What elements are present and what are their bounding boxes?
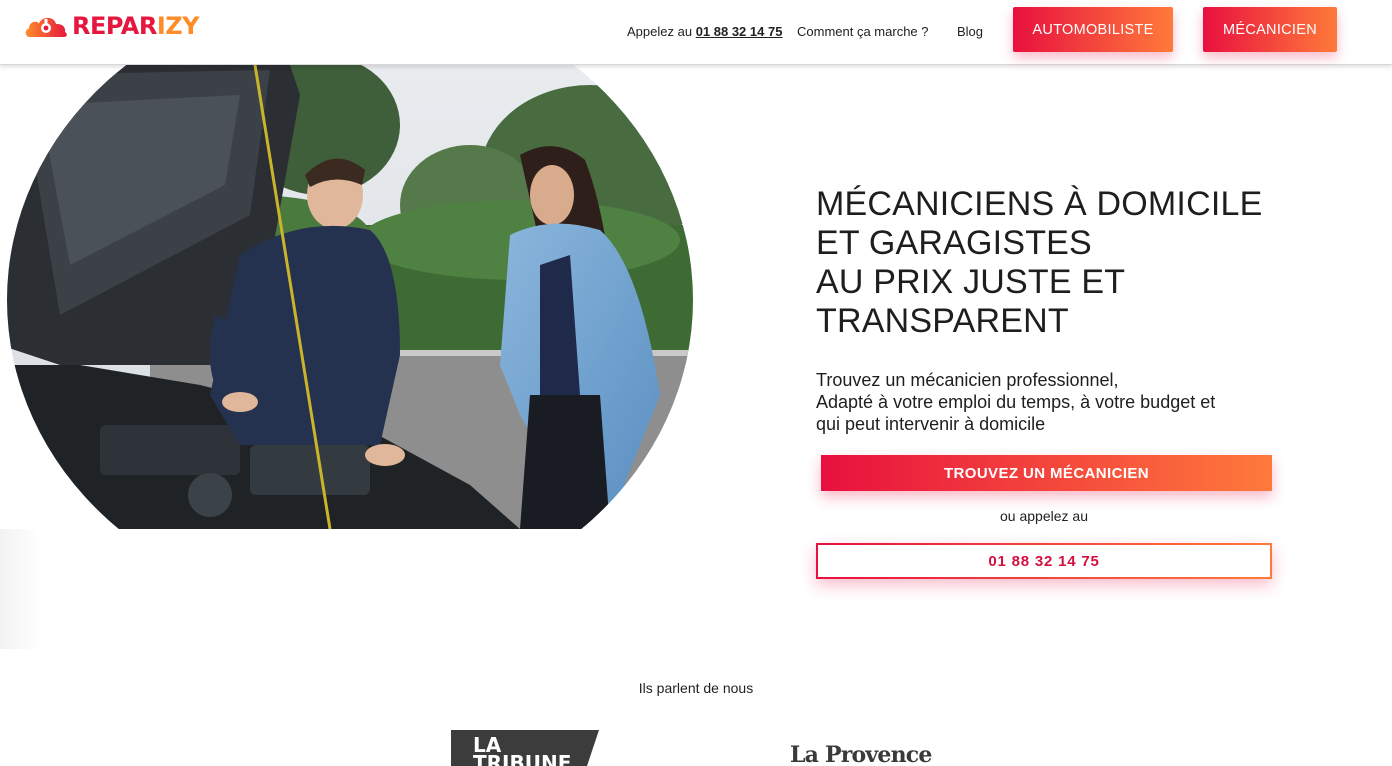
nav-blog-link[interactable]: Blog xyxy=(957,24,983,39)
mechanic-button[interactable]: MÉCANICIEN xyxy=(1203,7,1337,52)
hero-photo xyxy=(0,65,700,529)
la-tribune-line2: TRIBUNE xyxy=(473,751,571,766)
logo-text-secondary: IZY xyxy=(156,12,200,40)
phone-call-button[interactable]: 01 88 32 14 75 xyxy=(816,543,1272,579)
nav-call-prefix: Appelez au xyxy=(627,24,693,39)
nav-call-phone-link[interactable]: 01 88 32 14 75 xyxy=(696,24,783,39)
logo-wordmark: REPARIZY xyxy=(72,12,200,40)
hero-subtitle-line: Adapté à votre emploi du temps, à votre … xyxy=(816,392,1216,412)
la-provence-logo: La Provence xyxy=(790,744,932,766)
or-call-label: ou appelez au xyxy=(1000,508,1088,524)
la-tribune-logo: LA TRIBUNE xyxy=(451,730,599,766)
hero-title-line: ET GARAGISTES xyxy=(816,224,1092,262)
hero-title-line: TRANSPARENT xyxy=(816,302,1069,340)
hero-subtitle-line: Trouvez un mécanicien professionnel, xyxy=(816,370,1119,390)
hero-subtitle-line: qui peut intervenir à domicile xyxy=(816,414,1046,434)
top-header: REPARIZY Appelez au 01 88 32 14 75 Comme… xyxy=(0,0,1392,65)
nav-call: Appelez au 01 88 32 14 75 xyxy=(627,24,782,39)
logo-text-primary: REPAR xyxy=(72,12,157,40)
hero-subtitle: Trouvez un mécanicien professionnel, Ada… xyxy=(816,369,1286,435)
find-mechanic-button[interactable]: TROUVEZ UN MÉCANICIEN xyxy=(821,455,1272,491)
nav-how-it-works-link[interactable]: Comment ça marche ? xyxy=(797,24,929,39)
hero-title: MÉCANICIENS À DOMICILE ET GARAGISTES AU … xyxy=(816,185,1296,341)
cloud-wrench-icon xyxy=(25,17,67,37)
reparizy-logo[interactable]: REPARIZY xyxy=(24,12,200,40)
decorative-shadow xyxy=(0,529,40,649)
page: REPARIZY Appelez au 01 88 32 14 75 Comme… xyxy=(0,0,1392,766)
press-title: Ils parlent de nous xyxy=(638,680,754,696)
driver-button[interactable]: AUTOMOBILISTE xyxy=(1013,7,1173,52)
hero-title-line: MÉCANICIENS À DOMICILE xyxy=(816,185,1263,223)
hero-title-line: AU PRIX JUSTE ET xyxy=(816,263,1126,301)
